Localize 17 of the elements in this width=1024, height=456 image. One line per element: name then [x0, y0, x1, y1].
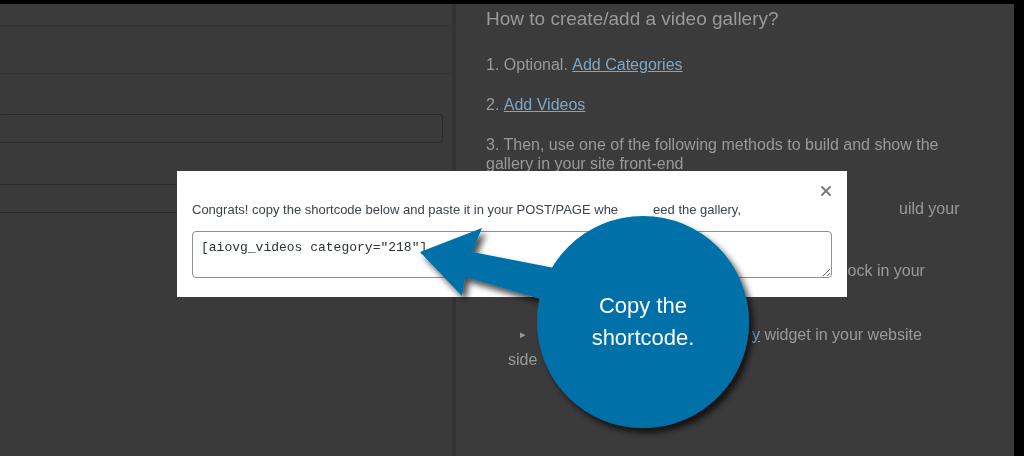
help-title: How to create/add a video gallery? [486, 7, 779, 31]
step-link[interactable]: Add Videos [503, 94, 586, 116]
help-text: side [508, 349, 538, 370]
close-button[interactable] [818, 183, 834, 199]
step-text: gallery in your site front-end [486, 154, 684, 173]
step-text: 2. [486, 95, 501, 115]
close-icon [818, 183, 834, 199]
step-text: 1. Optional. [486, 55, 569, 75]
bullet-icon: ▸ [520, 326, 526, 343]
callout-text: Copy the shortcode. [590, 292, 696, 352]
help-text: widget in your website [763, 324, 922, 345]
help-text: uild your [899, 198, 960, 219]
step-text: 3. Then, use one of the following methods to build and show the [486, 135, 939, 154]
modal-message: Congrats! copy the shortcode below and paste it in your POST/PAGE whe [192, 201, 619, 219]
help-link[interactable]: y [752, 322, 760, 347]
step-link[interactable]: Add Categories [572, 54, 683, 76]
modal-message: eed the gallery, [653, 201, 742, 219]
